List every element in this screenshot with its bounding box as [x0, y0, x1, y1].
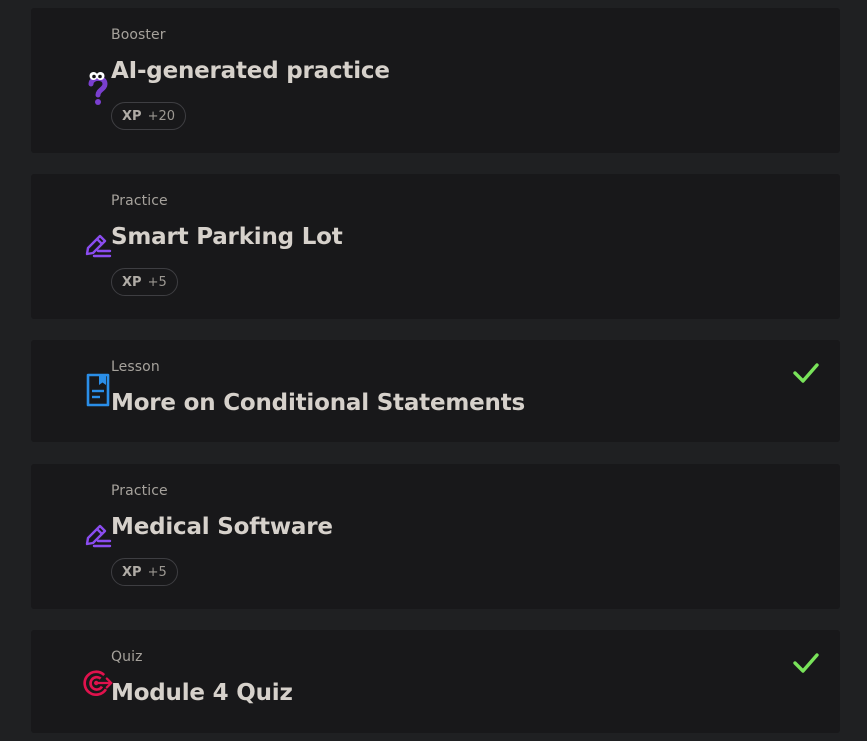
item-kind: Quiz [111, 649, 143, 665]
module-item-list: Booster AI-generated practice XP +20 Pra… [0, 0, 867, 741]
item-kind: Practice [111, 193, 168, 209]
xp-badge: XP +20 [111, 102, 186, 130]
item-card-smart-parking-lot[interactable]: Practice Smart Parking Lot XP +5 [31, 174, 840, 319]
xp-value: +5 [147, 274, 167, 290]
item-card-more-on-conditional-statements[interactable]: Lesson More on Conditional Statements [31, 340, 840, 442]
item-card-ai-generated-practice[interactable]: Booster AI-generated practice XP +20 [31, 8, 840, 153]
target-arrow-icon [83, 665, 113, 701]
xp-value: +20 [147, 108, 175, 124]
bookmark-document-icon [83, 372, 113, 408]
pencil-lines-icon [83, 517, 113, 553]
completed-check-icon [793, 363, 819, 383]
item-title: More on Conditional Statements [111, 390, 525, 416]
item-kind: Practice [111, 483, 168, 499]
item-title: Smart Parking Lot [111, 224, 343, 250]
xp-label: XP [122, 564, 142, 580]
question-mascot-icon [83, 71, 113, 107]
pencil-lines-icon [83, 227, 113, 263]
item-title: Module 4 Quiz [111, 680, 293, 706]
item-card-module-4-quiz[interactable]: Quiz Module 4 Quiz [31, 630, 840, 733]
item-title: Medical Software [111, 514, 333, 540]
xp-value: +5 [147, 564, 167, 580]
xp-badge: XP +5 [111, 558, 178, 586]
xp-label: XP [122, 108, 142, 124]
completed-check-icon [793, 653, 819, 673]
item-card-medical-software[interactable]: Practice Medical Software XP +5 [31, 464, 840, 609]
xp-label: XP [122, 274, 142, 290]
item-title: AI-generated practice [111, 58, 390, 84]
item-kind: Lesson [111, 359, 160, 375]
item-kind: Booster [111, 27, 166, 43]
xp-badge: XP +5 [111, 268, 178, 296]
